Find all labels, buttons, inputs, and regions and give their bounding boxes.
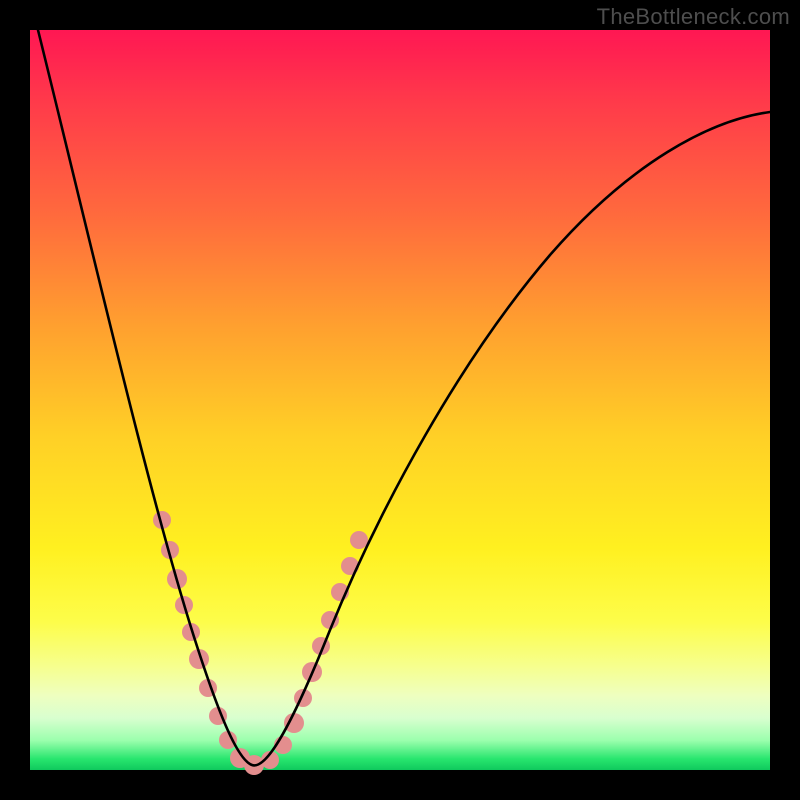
plot-area — [30, 30, 770, 770]
chart-frame: TheBottleneck.com — [0, 0, 800, 800]
sample-dot — [284, 713, 304, 733]
sample-dot — [350, 531, 368, 549]
bottleneck-curve — [38, 30, 770, 765]
watermark-label: TheBottleneck.com — [597, 4, 790, 30]
chart-svg — [30, 30, 770, 770]
sample-dots-group — [153, 511, 368, 775]
